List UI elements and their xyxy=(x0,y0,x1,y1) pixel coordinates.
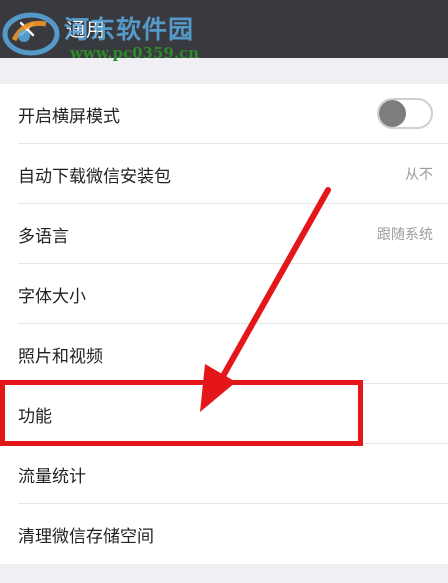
setting-language[interactable]: 多语言 跟随系统 xyxy=(0,204,448,264)
setting-photos-videos[interactable]: 照片和视频 xyxy=(0,324,448,384)
setting-label: 清理微信存储空间 xyxy=(18,526,154,547)
settings-list: 开启横屏模式 自动下载微信安装包 从不 多语言 跟随系统 字体大小 照片和视频 … xyxy=(0,84,448,564)
setting-font-size[interactable]: 字体大小 xyxy=(0,264,448,324)
setting-value: 从不 xyxy=(405,167,433,183)
features-highlight-box xyxy=(0,380,363,446)
setting-data-usage[interactable]: 流量统计 xyxy=(0,444,448,504)
setting-label: 字体大小 xyxy=(18,286,86,307)
title-bar: 通用 xyxy=(0,0,448,58)
setting-label: 自动下载微信安装包 xyxy=(18,166,171,187)
setting-clear-storage[interactable]: 清理微信存储空间 xyxy=(0,504,448,564)
setting-label: 流量统计 xyxy=(18,466,86,487)
setting-auto-download[interactable]: 自动下载微信安装包 从不 xyxy=(0,144,448,204)
close-icon xyxy=(19,21,35,37)
setting-label: 照片和视频 xyxy=(18,346,103,367)
setting-landscape-mode[interactable]: 开启横屏模式 xyxy=(0,84,448,144)
setting-label: 开启横屏模式 xyxy=(18,106,120,127)
page-title: 通用 xyxy=(66,19,107,41)
landscape-mode-toggle[interactable] xyxy=(377,98,433,129)
back-button[interactable] xyxy=(10,12,44,46)
toggle-knob xyxy=(379,100,406,127)
setting-label: 多语言 xyxy=(18,226,69,247)
setting-value: 跟随系统 xyxy=(377,227,433,243)
